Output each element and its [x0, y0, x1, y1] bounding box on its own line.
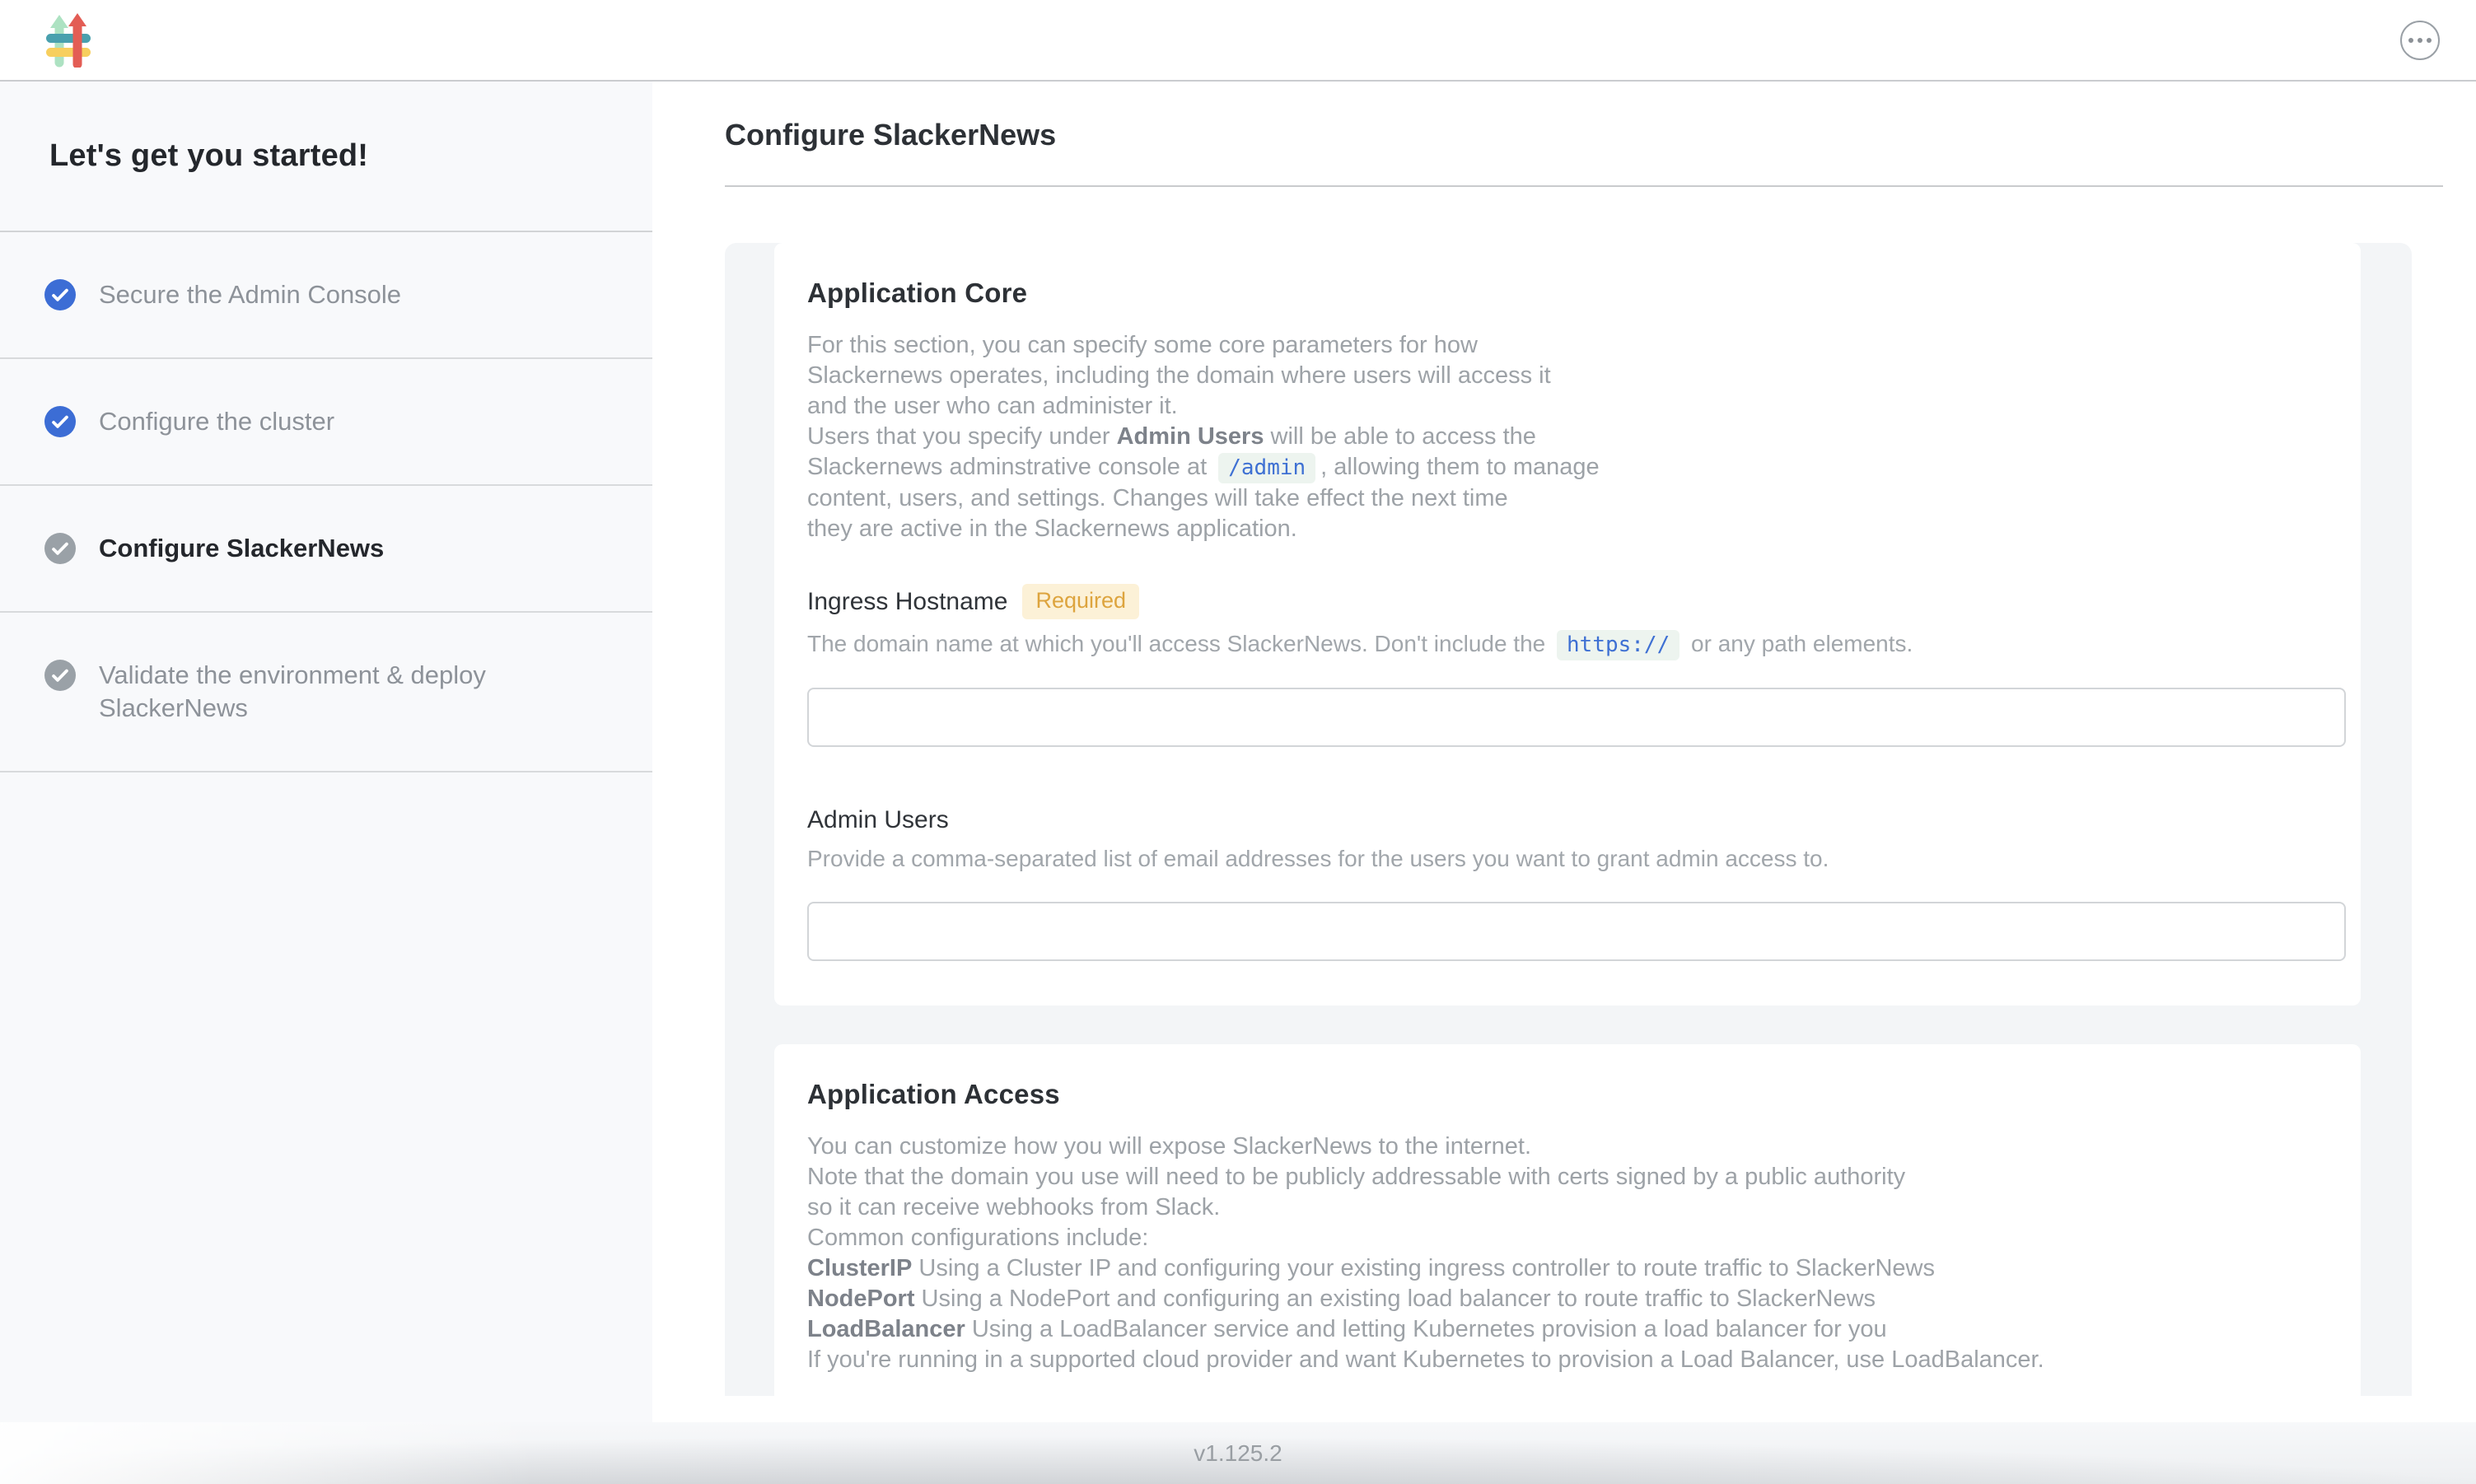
step-label: Secure the Admin Console	[99, 278, 401, 311]
version-label: v1.125.2	[1194, 1440, 1282, 1467]
step-validate-and-deploy[interactable]: Validate the environment & deploy Slacke…	[0, 613, 652, 772]
step-configure-slackernews[interactable]: Configure SlackerNews	[0, 486, 652, 613]
field-help-text: The domain name at which you'll access S…	[807, 629, 2348, 660]
step-list: Secure the Admin Console Configure the c…	[0, 232, 652, 772]
card-title: Application Access	[807, 1079, 2348, 1110]
step-secure-admin-console[interactable]: Secure the Admin Console	[0, 232, 652, 359]
sidebar-title-block: Let's get you started!	[0, 82, 652, 232]
top-bar	[0, 0, 2476, 82]
check-circle-icon	[44, 533, 76, 564]
ingress-hostname-input[interactable]	[807, 688, 2346, 747]
setup-steps-sidebar: Let's get you started! Secure the Admin …	[0, 82, 652, 1484]
config-main-area: Configure SlackerNews Application Core F…	[652, 82, 2476, 1484]
step-label: Validate the environment & deploy Slacke…	[99, 659, 535, 725]
ellipsis-icon	[2408, 38, 2413, 43]
field-label: Admin Users	[807, 806, 949, 834]
card-description: You can customize how you will expose Sl…	[807, 1132, 2348, 1375]
step-label: Configure SlackerNews	[99, 532, 384, 565]
check-circle-icon	[44, 660, 76, 691]
field-label: Ingress Hostname	[807, 588, 1007, 616]
title-divider	[725, 185, 2443, 187]
card-description: For this section, you can specify some c…	[807, 330, 2348, 544]
step-configure-cluster[interactable]: Configure the cluster	[0, 359, 652, 486]
application-access-card: Application Access You can customize how…	[774, 1044, 2361, 1472]
page-title: Configure SlackerNews	[725, 118, 2476, 152]
app-logo-icon	[46, 13, 91, 68]
sidebar-title: Let's get you started!	[49, 138, 368, 174]
overflow-menu-button[interactable]	[2400, 21, 2440, 60]
check-circle-icon	[44, 406, 76, 437]
version-footer: v1.125.2	[0, 1422, 2476, 1484]
admin-users-field: Admin Users Provide a comma-separated li…	[807, 806, 2348, 961]
card-title: Application Core	[807, 278, 2348, 309]
field-help-text: Provide a comma-separated list of email …	[807, 844, 2348, 874]
required-badge: Required	[1022, 584, 1139, 619]
config-panel: Application Core For this section, you c…	[725, 243, 2412, 1396]
check-circle-icon	[44, 279, 76, 310]
admin-users-input[interactable]	[807, 902, 2346, 961]
application-core-card: Application Core For this section, you c…	[774, 243, 2361, 1006]
step-label: Configure the cluster	[99, 405, 334, 438]
ingress-hostname-field: Ingress Hostname Required The domain nam…	[807, 584, 2348, 747]
